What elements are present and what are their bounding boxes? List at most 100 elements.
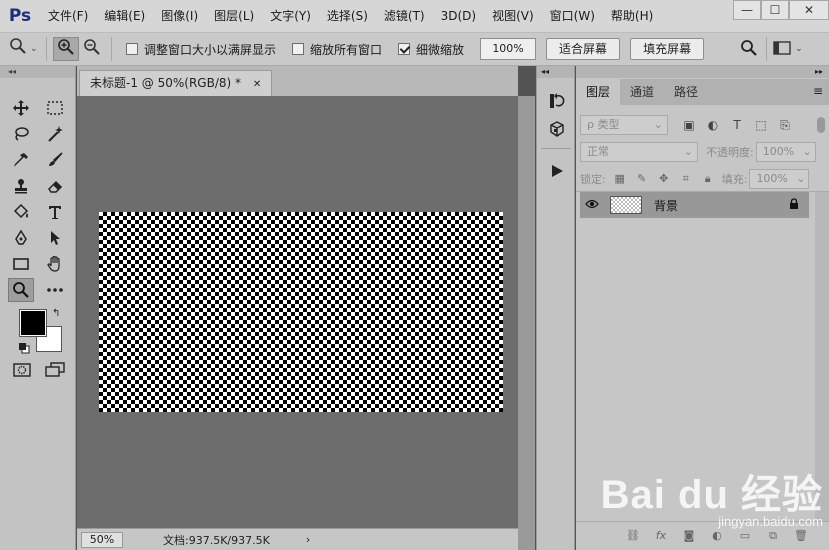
status-menu-arrow[interactable]: ›	[306, 533, 310, 546]
stamp-tool-icon[interactable]	[8, 174, 34, 198]
menu-3d[interactable]: 3D(D)	[433, 0, 484, 32]
layer-style-icon[interactable]: fx	[653, 528, 669, 544]
filter-toggle-icon[interactable]	[817, 117, 825, 133]
link-layers-icon[interactable]: ⛓	[625, 528, 641, 544]
zoom-all-option[interactable]: 缩放所有窗口	[292, 41, 382, 58]
eraser-tool-icon[interactable]	[42, 174, 68, 198]
add-mask-icon[interactable]: ◙	[681, 528, 697, 544]
history-icon[interactable]	[546, 90, 568, 112]
zoom-in-button[interactable]	[53, 37, 79, 61]
adjustment-layer-icon[interactable]: ◐	[709, 528, 725, 544]
panel-collapse-icon[interactable]: ◂◂	[537, 66, 574, 78]
magic-wand-tool-icon[interactable]	[42, 122, 68, 146]
scrubby-zoom-option[interactable]: 细微缩放	[398, 41, 464, 58]
lock-position-icon[interactable]: ✥	[656, 171, 672, 187]
status-zoom-field[interactable]: 50%	[81, 531, 123, 548]
screen-mode-icon[interactable]	[44, 362, 66, 380]
new-group-icon[interactable]: ▭	[737, 528, 753, 544]
document-tab[interactable]: 未标题-1 @ 50%(RGB/8) * ✕	[79, 70, 273, 96]
zoom-all-checkbox[interactable]	[292, 43, 305, 55]
eyedropper-tool-icon[interactable]	[8, 148, 34, 172]
canvas-area[interactable]	[77, 96, 518, 528]
maximize-button[interactable]: ☐	[761, 0, 789, 20]
zoom-tool-preset-icon[interactable]	[6, 37, 30, 61]
search-icon[interactable]	[740, 39, 760, 59]
layer-thumbnail[interactable]	[610, 196, 642, 214]
pixel-filter-icon[interactable]: ▣	[680, 116, 698, 134]
document-canvas[interactable]	[99, 212, 503, 412]
opacity-field[interactable]: 100% ⌄	[755, 142, 816, 162]
menu-view[interactable]: 视图(V)	[484, 0, 542, 32]
chevron-down-icon[interactable]: ⌄	[30, 44, 40, 54]
more-tools-icon[interactable]	[42, 278, 68, 302]
menu-select[interactable]: 选择(S)	[319, 0, 376, 32]
separator	[766, 37, 768, 61]
swap-colors-icon[interactable]: ↰	[52, 308, 60, 319]
lock-fill-row: 锁定: ▦ ✎ ✥ ⌗ 🔒︎ 填充: 100% ⌄	[580, 168, 825, 190]
zoom-percent-field[interactable]: 100%	[480, 38, 537, 60]
workspace-icon[interactable]	[773, 40, 795, 58]
scrubby-zoom-checkbox[interactable]	[398, 43, 411, 55]
rectangle-tool-icon[interactable]	[8, 252, 34, 276]
lasso-tool-icon[interactable]	[8, 122, 34, 146]
minimize-button[interactable]: —	[733, 0, 761, 20]
layer-name[interactable]: 背景	[654, 197, 678, 214]
shape-filter-icon[interactable]: ⬚	[752, 116, 770, 134]
menu-window[interactable]: 窗口(W)	[542, 0, 603, 32]
vertical-scrollbar[interactable]	[518, 96, 535, 550]
visibility-eye-icon[interactable]	[580, 198, 604, 212]
document-tab-bar: 未标题-1 @ 50%(RGB/8) * ✕	[77, 66, 518, 96]
lock-image-icon[interactable]: ✎	[634, 171, 650, 187]
layer-filter-select[interactable]: ρ 类型 ⌄	[580, 115, 668, 135]
marquee-tool-icon[interactable]	[42, 96, 68, 120]
quick-mask-icon[interactable]	[12, 362, 34, 380]
default-colors-icon[interactable]	[18, 342, 30, 354]
hand-tool-icon[interactable]	[42, 252, 68, 276]
panel-collapse-icon[interactable]: ▸▸	[576, 66, 829, 78]
play-icon[interactable]	[546, 160, 568, 182]
blend-mode-select[interactable]: 正常 ⌄	[580, 142, 698, 162]
3d-cube-icon[interactable]	[546, 118, 568, 140]
lock-all-icon[interactable]: 🔒︎	[700, 171, 716, 187]
menu-image[interactable]: 图像(I)	[153, 0, 206, 32]
paint-bucket-tool-icon[interactable]	[8, 200, 34, 224]
menu-type[interactable]: 文字(Y)	[262, 0, 319, 32]
move-tool-icon[interactable]	[8, 96, 34, 120]
path-selection-tool-icon[interactable]	[42, 226, 68, 250]
close-icon[interactable]: ✕	[253, 79, 261, 90]
resize-windows-option[interactable]: 调整窗口大小以满屏显示	[126, 41, 276, 58]
fill-screen-button[interactable]: 填充屏幕	[630, 38, 705, 60]
foreground-color-swatch-top[interactable]	[19, 309, 47, 337]
fill-field[interactable]: 100% ⌄	[749, 169, 810, 189]
layer-filter-row: ρ 类型 ⌄ ▣ ◐ T ⬚ ⎘	[580, 114, 825, 136]
lock-artboard-icon[interactable]: ⌗	[678, 171, 694, 187]
type-filter-icon[interactable]: T	[728, 116, 746, 134]
lock-transparent-icon[interactable]: ▦	[612, 171, 628, 187]
layer-row[interactable]: 背景	[580, 192, 809, 218]
zoom-out-button[interactable]	[79, 37, 105, 61]
chevron-down-icon[interactable]: ⌄	[795, 44, 805, 54]
new-layer-icon[interactable]: ⧉	[765, 528, 781, 544]
panel-menu-icon[interactable]: ≡	[813, 84, 823, 98]
panel-collapse-icon[interactable]: ◂◂	[0, 66, 75, 78]
resize-windows-checkbox[interactable]	[126, 43, 138, 55]
menu-file[interactable]: 文件(F)	[40, 0, 96, 32]
adjustment-filter-icon[interactable]: ◐	[704, 116, 722, 134]
separator	[541, 148, 571, 149]
brush-tool-icon[interactable]	[42, 148, 68, 172]
tab-layers[interactable]: 图层	[576, 79, 621, 105]
close-button[interactable]: ✕	[789, 0, 829, 20]
type-tool-icon[interactable]	[42, 200, 68, 224]
menu-filter[interactable]: 滤镜(T)	[376, 0, 433, 32]
tab-paths[interactable]: 路径	[664, 79, 708, 105]
pen-tool-icon[interactable]	[8, 226, 34, 250]
fit-screen-button[interactable]: 适合屏幕	[546, 38, 621, 60]
menu-layer[interactable]: 图层(L)	[206, 0, 262, 32]
tab-channels[interactable]: 通道	[620, 79, 664, 105]
smart-object-filter-icon[interactable]: ⎘	[776, 116, 794, 134]
zoom-tool-icon[interactable]	[8, 278, 34, 302]
delete-layer-icon[interactable]: 🗑︎	[793, 528, 809, 544]
menu-help[interactable]: 帮助(H)	[603, 0, 661, 32]
document-tab-title: 未标题-1 @ 50%(RGB/8) *	[90, 76, 241, 90]
menu-edit[interactable]: 编辑(E)	[96, 0, 153, 32]
